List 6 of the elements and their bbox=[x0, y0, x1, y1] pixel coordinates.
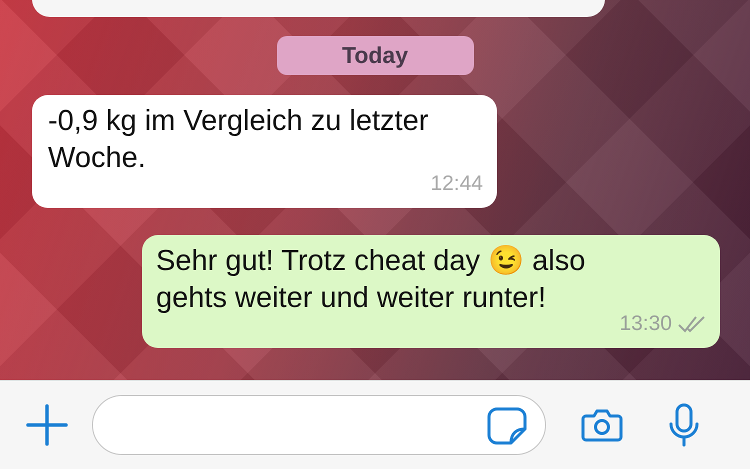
plus-icon[interactable] bbox=[26, 404, 68, 446]
message-text: Sehr gut! Trotz cheat day 😉 also gehts weiter und weiter runter! bbox=[156, 244, 586, 316]
date-separator: Today bbox=[276, 36, 474, 75]
message-time: 13:30 bbox=[619, 311, 672, 337]
message-text: -0,9 kg im Vergleich zu letzter Woche. bbox=[48, 104, 430, 176]
message-time: 12:44 bbox=[430, 171, 483, 197]
